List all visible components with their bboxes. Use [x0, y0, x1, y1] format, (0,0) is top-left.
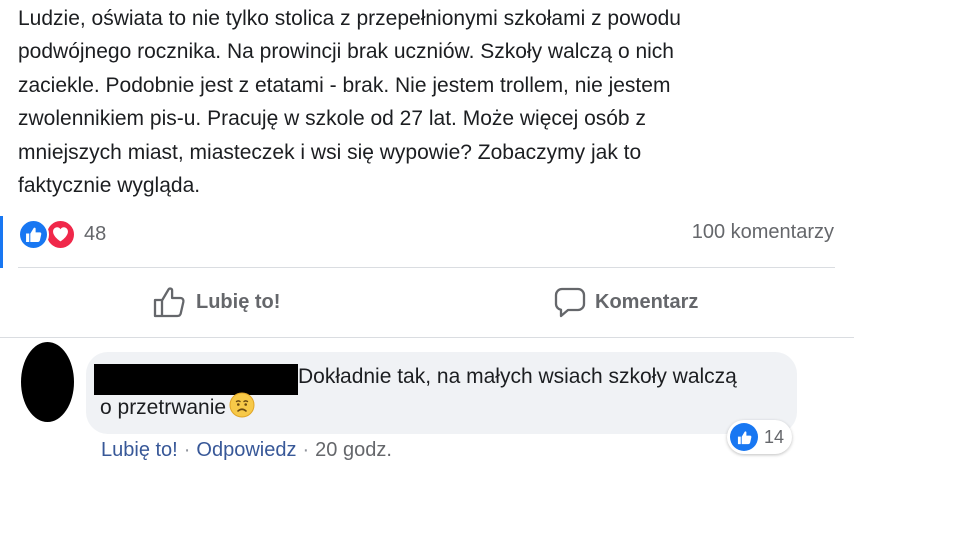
thumbs-up-icon [153, 287, 185, 318]
comment-reactions[interactable]: 14 [727, 420, 793, 454]
post-text-line: faktycznie wygląda. [18, 174, 201, 198]
love-icon [45, 218, 76, 250]
comment-button[interactable]: Komentarz [553, 280, 698, 324]
comment-reply-link[interactable]: Odpowiedz [196, 439, 296, 462]
post-text-line: mniejszych miast, miasteczek i wsi się w… [18, 140, 642, 164]
post-text: Ludzie, oświata to nie tylko stolica z p… [18, 2, 818, 202]
comment-timestamp[interactable]: 20 godz. [315, 439, 392, 462]
separator: · [302, 439, 310, 461]
comment-text: Dokładnie tak, na małych wsiach szkoły w… [100, 362, 790, 427]
post-text-line: Ludzie, oświata to nie tylko stolica z p… [18, 7, 681, 30]
left-accent-bar [0, 216, 3, 268]
sad-face-emoji [229, 392, 255, 427]
like-icon [18, 218, 49, 250]
comment-text-line: Dokładnie tak, na małych wsiach szkoły w… [298, 365, 737, 388]
comment-reaction-count: 14 [764, 426, 785, 447]
avatar[interactable] [21, 342, 74, 422]
post-text-line: zaciekle. Podobnie jest z etatami - brak… [18, 73, 671, 97]
post-text-line: zwolennikiem pis-u. Pracuję w szkole od … [18, 107, 646, 131]
comment-button-label: Komentarz [595, 290, 699, 313]
speech-bubble-icon [554, 287, 586, 318]
like-button[interactable]: Lubię to! [152, 280, 280, 324]
reactions-summary[interactable]: 48 [18, 218, 106, 250]
like-icon [730, 423, 758, 451]
comments-count-link[interactable]: 100 komentarzy [692, 221, 834, 244]
comment-text-line: o przetrwanie [100, 396, 227, 419]
separator: · [183, 439, 191, 461]
divider [18, 267, 835, 268]
like-button-label: Lubię to! [196, 290, 281, 313]
comment-actions: Lubię to! · Odpowiedz · 20 godz. [101, 439, 392, 462]
post-text-line: podwójnego rocznika. Na prowincji brak u… [18, 40, 674, 64]
comment-like-link[interactable]: Lubię to! [101, 439, 178, 462]
reaction-count: 48 [84, 222, 107, 245]
divider [0, 337, 854, 338]
